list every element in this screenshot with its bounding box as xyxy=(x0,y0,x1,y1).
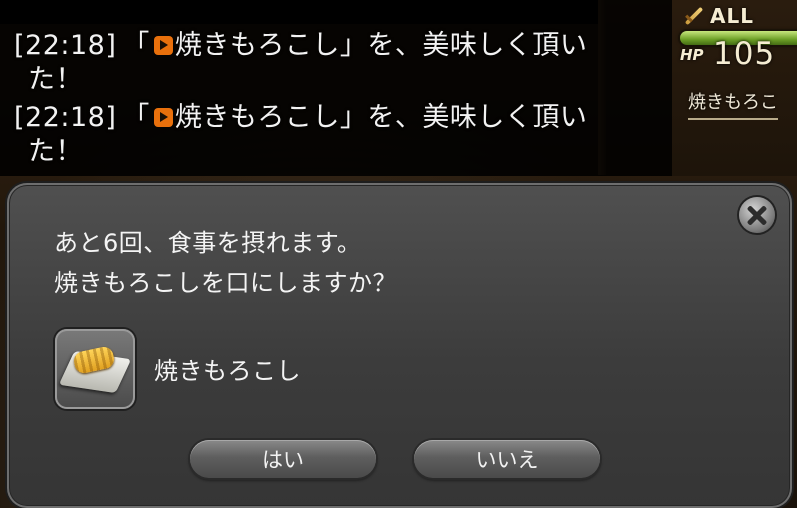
chat-timestamp: [22:18] xyxy=(14,102,117,133)
party-hp-panel: ALL HP 105 焼きもろこ xyxy=(672,0,797,176)
chat-message-continued: た！ xyxy=(28,62,668,98)
item-link-arrow-icon xyxy=(153,36,173,55)
no-button-label: いいえ xyxy=(475,448,539,472)
yes-button-label: はい xyxy=(262,448,304,472)
item-link-arrow-icon xyxy=(153,108,173,127)
chat-message: [22:18] 「焼きもろこし」を、美味しく頂い xyxy=(14,28,654,64)
close-icon[interactable] xyxy=(739,197,775,233)
chat-message-continued: た！ xyxy=(28,134,668,170)
hp-value: 105 xyxy=(713,36,776,72)
chat-log-header xyxy=(0,0,598,24)
chat-text: 」を、美味しく頂い xyxy=(339,102,588,133)
item-name: 焼きもろこし xyxy=(154,357,301,385)
item-slot xyxy=(55,329,135,409)
chat-item-link[interactable]: 焼きもろこし xyxy=(175,102,340,133)
sword-icon xyxy=(680,4,706,28)
chat-log: [22:18] 「焼きもろこし」を、美味しく頂い た！ [22:18] 「焼きもろこ… xyxy=(0,0,672,176)
chat-text: た！ xyxy=(28,64,83,95)
chat-text: た！ xyxy=(28,136,83,167)
chat-bracket: 「 xyxy=(122,102,150,133)
meal-confirm-dialog: あと6回、食事を摂れます。 焼きもろこしを口にしますか？ 焼きもろこし はい い… xyxy=(7,183,792,508)
chat-message: [22:18] 「焼きもろこし」を、美味しく頂い xyxy=(14,100,654,136)
target-all-label: ALL xyxy=(710,4,754,28)
chat-timestamp: [22:18] xyxy=(14,30,117,61)
dialog-message-line: あと6回、食事を摂れます。 xyxy=(54,229,362,257)
chat-item-link[interactable]: 焼きもろこし xyxy=(175,30,340,61)
dialog-message: あと6回、食事を摂れます。 焼きもろこしを口にしますか？ xyxy=(54,223,397,303)
yes-button[interactable]: はい xyxy=(190,440,376,478)
no-button[interactable]: いいえ xyxy=(414,440,600,478)
status-item-name: 焼きもろこ xyxy=(688,88,778,120)
chat-text: 」を、美味しく頂い xyxy=(339,30,588,61)
dialog-message-line: 焼きもろこしを口にしますか？ xyxy=(54,269,397,297)
hp-label: HP xyxy=(680,46,704,64)
chat-bracket: 「 xyxy=(122,30,150,61)
target-all-tag[interactable]: ALL xyxy=(680,4,754,28)
